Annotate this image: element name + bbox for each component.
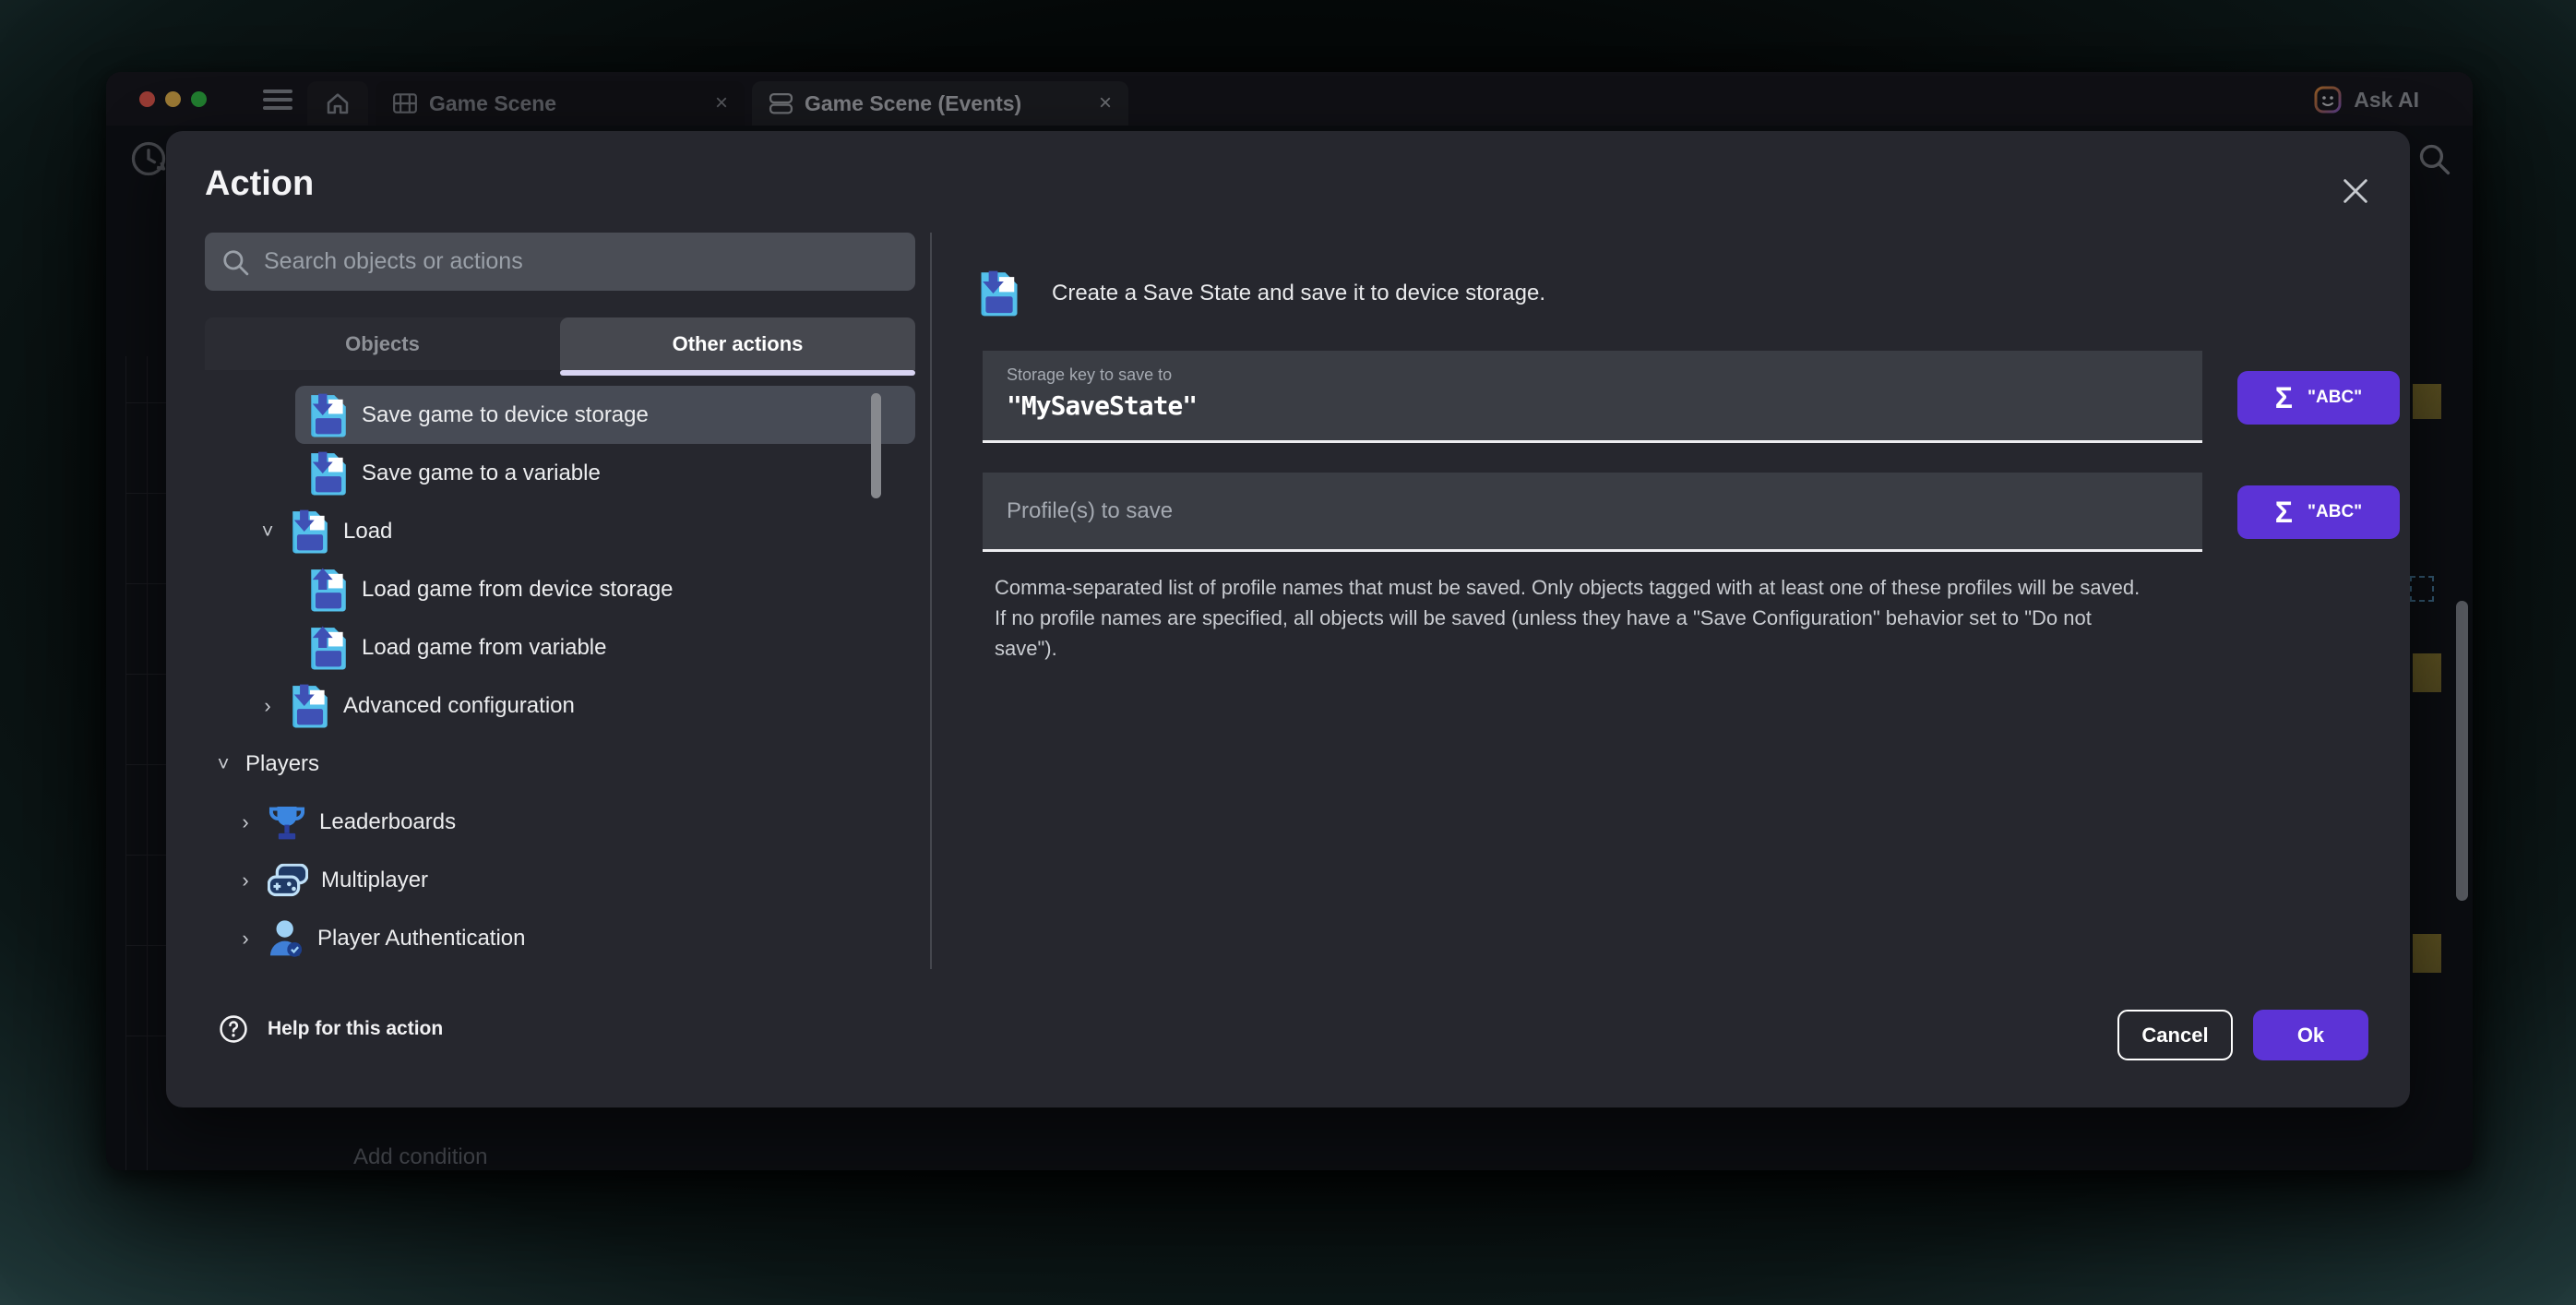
expression-editor-button[interactable]: Σ "ABC" xyxy=(2237,371,2400,425)
field-placeholder: Profile(s) to save xyxy=(1007,498,1173,524)
search-input[interactable]: Search objects or actions xyxy=(205,233,915,291)
person-icon xyxy=(268,919,304,958)
tree-item-save-game-to-a-variable[interactable]: Save game to a variable xyxy=(205,444,915,502)
chevron-right-icon[interactable]: › xyxy=(236,927,255,951)
category-tabs: Objects Other actions xyxy=(205,317,915,370)
tree-item-label: Leaderboards xyxy=(319,809,456,835)
chevron-right-icon[interactable]: › xyxy=(236,868,255,892)
save-icon xyxy=(308,392,349,438)
save-icon xyxy=(978,269,1020,317)
load-icon xyxy=(308,567,349,613)
gamepad-icon xyxy=(268,863,308,898)
tree-item-label: Players xyxy=(245,751,319,777)
field-value: "MySaveState" xyxy=(1007,390,2178,421)
tree-group-players[interactable]: ˅ Players xyxy=(205,735,915,793)
chevron-down-icon[interactable]: ˅ xyxy=(214,752,233,776)
chevron-right-icon[interactable]: › xyxy=(258,694,277,718)
dialog-title: Action xyxy=(205,164,314,204)
tree-item-label: Load game from device storage xyxy=(362,577,674,603)
cancel-button[interactable]: Cancel xyxy=(2117,1010,2233,1060)
action-dialog: Action Search objects or actions Objects… xyxy=(166,131,2410,1107)
tree-group-leaderboards[interactable]: › Leaderboards xyxy=(205,793,915,851)
tree-item-save-game-to-device-storage[interactable]: Save game to device storage xyxy=(295,386,915,444)
help-icon xyxy=(218,1013,249,1045)
load-icon xyxy=(308,625,349,671)
chevron-right-icon[interactable]: › xyxy=(236,810,255,834)
search-placeholder: Search objects or actions xyxy=(264,248,523,275)
profiles-field[interactable]: Profile(s) to save xyxy=(983,473,2202,552)
tree-item-load-game-from-variable[interactable]: Load game from variable xyxy=(205,618,915,676)
storage-key-field[interactable]: Storage key to save to "MySaveState" xyxy=(983,351,2202,443)
tree-item-label: Save game to a variable xyxy=(362,461,601,486)
tree-group-load[interactable]: ˅ Load xyxy=(205,502,915,560)
tab-other-actions[interactable]: Other actions xyxy=(560,317,915,370)
action-description: Create a Save State and save it to devic… xyxy=(1052,281,1545,306)
tree-item-label: Save game to device storage xyxy=(362,402,649,428)
tree-item-label: Load xyxy=(343,519,392,545)
abc-label: "ABC" xyxy=(2308,502,2362,522)
tab-objects[interactable]: Objects xyxy=(205,317,560,370)
save-icon xyxy=(290,683,330,729)
app-window: Game Scene × Game Scene (Events) × Ask A… xyxy=(106,72,2473,1170)
abc-label: "ABC" xyxy=(2308,388,2362,408)
action-description-row: Create a Save State and save it to devic… xyxy=(978,269,1545,317)
expression-editor-button[interactable]: Σ "ABC" xyxy=(2237,485,2400,539)
search-icon xyxy=(221,248,249,276)
sigma-icon: Σ xyxy=(2275,497,2293,527)
tree-group-multiplayer[interactable]: › Multiplayer xyxy=(205,851,915,909)
trophy-icon xyxy=(268,803,306,842)
actions-tree: Save game to device storage Save game to… xyxy=(205,386,915,975)
tree-item-label: Advanced configuration xyxy=(343,693,575,719)
ok-button[interactable]: Ok xyxy=(2253,1010,2368,1060)
help-for-action-link[interactable]: Help for this action xyxy=(218,1013,443,1045)
tree-scrollbar-thumb[interactable] xyxy=(871,393,881,498)
field-help-text: Comma-separated list of profile names th… xyxy=(995,572,2150,664)
tree-item-label: Player Authentication xyxy=(317,926,525,952)
chevron-down-icon[interactable]: ˅ xyxy=(258,520,277,544)
tree-group-player-authentication[interactable]: › Player Authentication xyxy=(205,909,915,967)
pane-divider xyxy=(930,233,932,969)
help-for-action-label: Help for this action xyxy=(268,1018,443,1040)
tree-group-advanced-configuration[interactable]: › Advanced configuration xyxy=(205,676,915,735)
save-icon xyxy=(290,509,330,555)
tree-item-label: Load game from variable xyxy=(362,635,606,661)
tree-item-load-game-from-device-storage[interactable]: Load game from device storage xyxy=(205,560,915,618)
save-icon xyxy=(308,450,349,497)
sigma-icon: Σ xyxy=(2275,383,2293,413)
tree-item-label: Multiplayer xyxy=(321,868,428,893)
close-dialog-icon[interactable] xyxy=(2340,175,2371,207)
events-scrollbar-thumb[interactable] xyxy=(2456,601,2468,901)
field-label: Storage key to save to xyxy=(1007,365,2178,385)
